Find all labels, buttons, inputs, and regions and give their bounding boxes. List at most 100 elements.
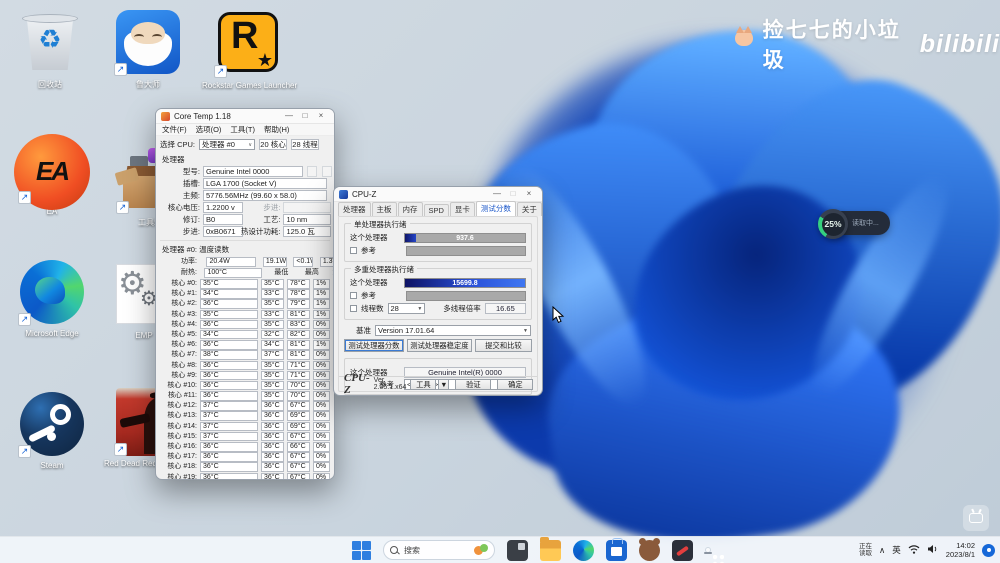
taskbar-app-active[interactable] (704, 547, 712, 554)
core-label: 核心 #16: (167, 443, 197, 450)
multi-thread-group: 多重处理器执行绪 这个处理器 15699.8 参考 线程数 28 ▼ 多线程倍率… (344, 264, 532, 320)
core-current-temp: 34°C (200, 289, 258, 299)
taskbar-app-dark[interactable] (507, 539, 528, 561)
col-header-min: 最低 (274, 269, 289, 276)
core-max-temp: 67°C (287, 401, 310, 411)
chevron-down-icon: ∨ (248, 141, 253, 148)
notification-badge[interactable] (982, 543, 995, 557)
volume-icon[interactable] (927, 541, 939, 559)
freq-value: 5776.56MHz (99.60 x 58.0) (203, 190, 327, 201)
menu-help[interactable]: 帮助(H) (264, 124, 289, 135)
tjmax-label: 耐热: (181, 269, 197, 276)
bench-cpu-button[interactable]: 测试处理器分数 (344, 339, 404, 352)
core-min-temp: 33°C (261, 289, 284, 299)
core-min-temp: 36°C (261, 452, 284, 462)
core-max-temp: 70°C (287, 391, 310, 401)
tab-cpu[interactable]: 处理器 (338, 202, 371, 216)
file-explorer-icon[interactable] (540, 536, 561, 561)
tray-status: 正在 读取 (859, 543, 873, 557)
tab-mainboard[interactable]: 主板 (371, 202, 397, 216)
desktop-icon-recycle-bin[interactable]: ♻ 回收站 (4, 10, 96, 90)
freq-label: 主频: (182, 191, 200, 200)
minimize-icon[interactable]: — (489, 187, 505, 201)
power-package: 20.4W (206, 257, 257, 267)
processor-group-title: 处理器 (162, 155, 185, 164)
core-min-temp: 35°C (261, 360, 284, 370)
core-label: 核心 #4: (171, 320, 197, 328)
cpu-select[interactable]: 处理器 #0 ∨ (199, 139, 256, 150)
core-current-temp: 37°C (200, 411, 258, 421)
threads-select[interactable]: 28 ▼ (387, 303, 426, 314)
wifi-icon[interactable] (908, 541, 920, 559)
core-temp-row: 核心 #10: 36°C 35°C 70°C 0% (156, 380, 334, 391)
minimize-icon[interactable]: — (281, 109, 297, 123)
menu-file[interactable]: 文件(F) (162, 124, 187, 135)
core-load: 0% (313, 411, 330, 421)
gauge-percent: 25% (824, 219, 842, 229)
core-min-temp: 36°C (261, 411, 284, 421)
maximize-icon: □ (510, 189, 516, 198)
cpu-usage-gauge: 25% (818, 209, 848, 239)
menu-tools[interactable]: 工具(T) (230, 124, 255, 135)
mini-player-button[interactable] (963, 505, 989, 531)
tab-about[interactable]: 关于 (516, 202, 542, 216)
start-button[interactable] (352, 540, 371, 560)
single-thread-score-bar: 937.6 (404, 232, 526, 243)
tab-memory[interactable]: 内存 (397, 202, 423, 216)
tab-spd[interactable]: SPD (423, 204, 449, 216)
reference-checkbox[interactable] (350, 292, 357, 299)
core-max-temp: 81°C (287, 340, 310, 350)
cores-badge: 20 核心 (259, 139, 288, 150)
tray-chevron-up-icon[interactable]: ∧ (879, 545, 885, 556)
taskbar-app-red[interactable] (672, 539, 693, 561)
core-max-temp: 71°C (287, 370, 310, 381)
core-label: 核心 #17: (167, 453, 197, 461)
readings-title: 处理器 #0: 温度读数 (162, 245, 230, 254)
core-label: 核心 #9: (171, 371, 197, 379)
performance-widget[interactable]: 读取中... 25% (818, 209, 890, 239)
ea-icon: EA ↗ (14, 134, 90, 210)
edge-icon: ↗ (18, 260, 84, 326)
core-current-temp: 36°C (200, 442, 258, 452)
core-load: 0% (313, 391, 330, 401)
threads-checkbox[interactable] (350, 305, 357, 312)
bench-version-select[interactable]: Version 17.01.64 ▼ (375, 325, 531, 336)
ok-button[interactable]: 确定 (497, 378, 534, 390)
ime-indicator[interactable]: 英 (892, 544, 901, 556)
core-temp-row: 核心 #19: 36°C 36°C 67°C 0% (156, 472, 334, 479)
desktop-icon-ludashi[interactable]: ↗ 鲁大师 (102, 10, 194, 90)
desktop-icon-edge[interactable]: ↗ Microsoft Edge (6, 260, 98, 338)
maximize-icon[interactable]: □ (297, 109, 313, 123)
stress-cpu-button[interactable]: 测试处理器稳定度 (406, 339, 472, 352)
tools-dropdown-icon[interactable]: ▼ (438, 378, 450, 390)
core-current-temp: 36°C (200, 340, 258, 350)
core-label: 核心 #15: (167, 432, 197, 440)
close-icon[interactable]: × (521, 187, 537, 201)
coretemp-titlebar[interactable]: Core Temp 1.18 — □ × (156, 109, 334, 124)
core-min-temp: 34°C (261, 340, 284, 350)
desktop-icon-rockstar[interactable]: R ★ ↗ Rockstar Games Launcher (202, 12, 297, 90)
submit-compare-button[interactable]: 提交和比较 (475, 339, 532, 352)
core-current-temp: 36°C (200, 472, 258, 479)
core-load: 1% (313, 279, 330, 289)
cpuz-titlebar[interactable]: CPU-Z — □ × (334, 187, 542, 202)
edge-taskbar-icon[interactable] (573, 539, 594, 561)
desktop-icon-steam[interactable]: ↗ Steam (6, 392, 98, 470)
search-input[interactable]: 搜索 (383, 540, 495, 560)
close-icon[interactable]: × (313, 109, 329, 123)
window-title: CPU-Z (352, 189, 377, 199)
tools-button[interactable]: 工具 (410, 378, 437, 390)
cpuz-tabs: 处理器 主板 内存 SPD 显卡 测试分数 关于 (334, 201, 542, 216)
menu-options[interactable]: 选项(O) (196, 124, 222, 135)
cpuz-footer: CPU-Z Ver. 2.05.1.x64 工具 ▼ 验证 确定 (339, 372, 537, 395)
desktop-icon-ea[interactable]: EA ↗ EA (6, 134, 98, 216)
reference-checkbox[interactable] (350, 247, 357, 254)
microsoft-store-icon[interactable] (606, 537, 627, 561)
clock[interactable]: 14:02 2023/8/1 (946, 541, 975, 559)
tab-graphics[interactable]: 显卡 (449, 202, 475, 216)
taskbar-app-bear[interactable] (639, 537, 660, 561)
core-min-temp: 36°C (261, 431, 284, 442)
tab-bench[interactable]: 测试分数 (475, 201, 516, 216)
core-temp-row: 核心 #13: 37°C 36°C 69°C 0% (156, 411, 334, 421)
validate-button[interactable]: 验证 (455, 378, 492, 390)
